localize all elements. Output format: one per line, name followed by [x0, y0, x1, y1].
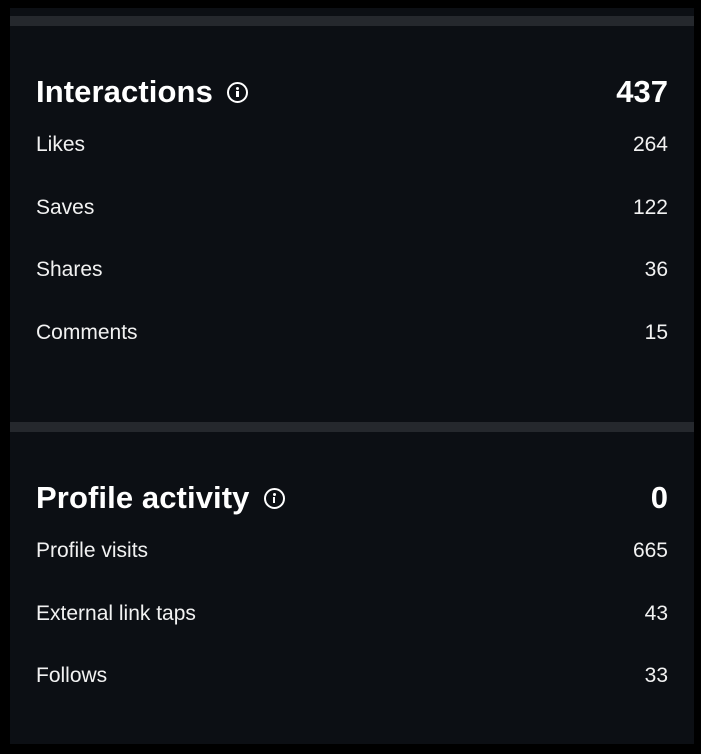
row-value: 36: [644, 258, 668, 281]
profile-row-visits: Profile visits 665: [10, 520, 694, 583]
row-label: Likes: [36, 133, 86, 156]
interaction-row-comments: Comments 15: [10, 302, 694, 365]
row-value: 43: [644, 601, 668, 625]
section-divider: [10, 422, 694, 432]
row-label: External link taps: [36, 601, 196, 625]
profile-row-follows: Follows 33: [10, 645, 694, 708]
profile-activity-title: Profile activity: [36, 480, 250, 515]
profile-activity-header: Profile activity 0: [10, 478, 694, 520]
row-value: 15: [644, 320, 668, 344]
interactions-total: 437: [616, 74, 668, 109]
info-icon[interactable]: [263, 487, 285, 509]
row-value: 122: [632, 195, 668, 219]
profile-activity-list: Profile visits 665 External link taps 43…: [10, 520, 694, 708]
interactions-title: Interactions: [36, 74, 213, 109]
interaction-row-shares: Shares 36: [10, 239, 694, 302]
interactions-title-group: Interactions: [36, 74, 248, 110]
interaction-row-likes: Likes 264: [10, 114, 694, 177]
interaction-row-saves: Saves 122: [10, 177, 694, 240]
row-label: Saves: [36, 195, 95, 219]
row-label: Comments: [36, 320, 138, 344]
profile-row-external-link-taps: External link taps 43: [10, 583, 694, 646]
row-value: 33: [644, 664, 668, 687]
interactions-section: Interactions 437 Likes 264 Saves 122 Sha…: [10, 72, 694, 364]
row-value: 264: [632, 133, 668, 156]
profile-activity-title-group: Profile activity: [36, 480, 285, 516]
insights-panel: Interactions 437 Likes 264 Saves 122 Sha…: [10, 8, 694, 744]
row-label: Profile visits: [36, 539, 149, 562]
row-label: Shares: [36, 258, 103, 281]
interactions-list: Likes 264 Saves 122 Shares 36 Comments 1…: [10, 114, 694, 364]
profile-activity-section: Profile activity 0 Profile visits 665 Ex…: [10, 478, 694, 708]
row-value: 665: [632, 539, 668, 562]
profile-activity-total: 0: [650, 480, 668, 515]
info-icon[interactable]: [226, 81, 248, 103]
interactions-header: Interactions 437: [10, 72, 694, 114]
section-divider: [10, 16, 694, 26]
row-label: Follows: [36, 664, 108, 687]
